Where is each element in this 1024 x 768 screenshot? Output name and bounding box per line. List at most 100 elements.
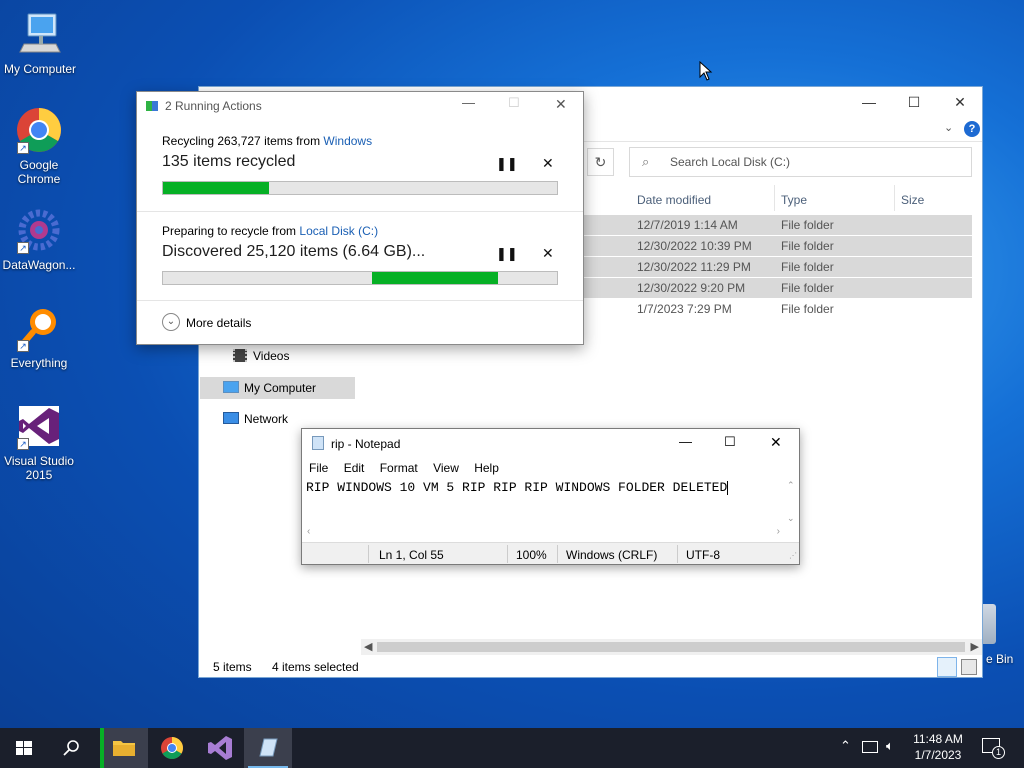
copy-operation-icon: [146, 101, 158, 111]
resize-grip-icon[interactable]: ⋰: [789, 551, 797, 560]
scroll-up-icon[interactable]: ⌃: [787, 480, 795, 491]
desktop-icon-my-computer[interactable]: My Computer: [0, 10, 80, 76]
scroll-right-icon[interactable]: ▶: [971, 640, 979, 653]
search-button[interactable]: [48, 728, 96, 768]
visual-studio-icon: ↗: [15, 402, 63, 450]
column-size[interactable]: Size: [901, 189, 924, 211]
visual-studio-icon: [208, 736, 232, 760]
cancel-button[interactable]: ✕: [542, 245, 554, 262]
details-view-icon[interactable]: [937, 657, 957, 677]
close-button[interactable]: ✕: [555, 96, 567, 113]
nav-item-network[interactable]: Network: [221, 409, 341, 429]
operation-source-line: Preparing to recycle from Local Disk (C:…: [162, 224, 379, 238]
menu-item-edit[interactable]: Edit: [344, 461, 365, 475]
menu-item-help[interactable]: Help: [474, 461, 499, 475]
dialog-title: 2 Running Actions: [165, 99, 262, 113]
notepad-icon: [259, 738, 278, 757]
scrollbar-thumb[interactable]: [377, 642, 965, 652]
source-link[interactable]: Windows: [323, 134, 372, 148]
network-icon[interactable]: [862, 741, 878, 753]
taskbar-chrome[interactable]: [148, 728, 196, 768]
menu-item-view[interactable]: View: [433, 461, 459, 475]
horizontal-scrollbar[interactable]: ◀ ▶: [361, 639, 982, 655]
minimize-button[interactable]: —: [462, 95, 475, 110]
volume-icon[interactable]: 🔈︎: [886, 738, 894, 754]
help-icon[interactable]: ?: [964, 121, 980, 137]
show-hidden-icons-chevron-icon[interactable]: ⌃: [840, 738, 851, 754]
desktop-icon-datawagon[interactable]: ↗ DataWagon...: [0, 206, 79, 272]
text-editor[interactable]: RIP WINDOWS 10 VM 5 RIP RIP RIP WINDOWS …: [302, 478, 785, 526]
vertical-scrollbar[interactable]: ⌃ ⌄: [785, 478, 799, 526]
scroll-right-icon[interactable]: ›: [777, 526, 780, 537]
window-title: rip - Notepad: [331, 437, 401, 451]
row-type: File folder: [781, 302, 834, 316]
row-type: File folder: [781, 218, 834, 232]
action-center-button[interactable]: 1: [982, 738, 1005, 759]
progress-bar: [162, 181, 558, 195]
row-date: 12/30/2022 9:20 PM: [637, 281, 746, 295]
nav-item-videos[interactable]: Videos: [231, 347, 351, 365]
menu-item-format[interactable]: Format: [380, 461, 418, 475]
scroll-left-icon[interactable]: ‹: [307, 526, 310, 537]
scroll-down-icon[interactable]: ⌄: [787, 513, 795, 524]
taskbar-visual-studio[interactable]: [196, 728, 244, 768]
desktop-icon-label: Everything: [10, 356, 68, 370]
table-row[interactable]: 12/30/2022 11:29 PM File folder: [579, 257, 972, 277]
scroll-left-icon[interactable]: ◀: [364, 640, 372, 653]
desktop-icon-google-chrome[interactable]: ↗ Google Chrome: [0, 106, 79, 186]
clock[interactable]: 11:48 AM 1/7/2023: [902, 731, 974, 763]
refresh-button[interactable]: ↻: [587, 148, 614, 176]
operation-status: Discovered 25,120 items (6.64 GB)...: [162, 243, 426, 260]
row-date: 12/30/2022 11:29 PM: [637, 260, 751, 274]
taskbar-file-explorer[interactable]: [100, 728, 148, 768]
maximize-button[interactable]: ☐: [891, 87, 937, 117]
operation-status: 135 items recycled: [162, 153, 296, 170]
more-details-label: More details: [186, 316, 252, 330]
pause-button[interactable]: ❚❚: [496, 156, 518, 172]
row-date: 1/7/2023 7:29 PM: [637, 302, 732, 316]
column-date-modified[interactable]: Date modified: [637, 189, 711, 211]
table-row[interactable]: 12/30/2022 9:20 PM File folder: [579, 278, 972, 298]
column-divider: [774, 185, 775, 211]
desktop-icon-label: Google Chrome: [17, 158, 61, 186]
desktop-icon-label: e Bin: [986, 652, 1014, 666]
shortcut-arrow-icon: ↗: [17, 340, 29, 352]
status-line-ending: Windows (CRLF): [566, 548, 658, 562]
chrome-icon: ↗: [15, 106, 63, 154]
close-button[interactable]: ✕: [937, 87, 983, 117]
maximize-button[interactable]: ☐: [724, 434, 736, 450]
pause-button[interactable]: ❚❚: [496, 246, 518, 262]
table-row[interactable]: 1/7/2023 7:29 PM File folder: [579, 299, 972, 319]
notification-count-badge: 1: [992, 746, 1005, 759]
menu-item-file[interactable]: File: [309, 461, 328, 475]
horizontal-scrollbar[interactable]: ‹ ›: [302, 526, 785, 540]
maximize-button: ☐: [508, 95, 520, 110]
ribbon-expand-icon[interactable]: ⌄: [944, 121, 953, 134]
minimize-button[interactable]: —: [679, 434, 692, 449]
source-link[interactable]: Local Disk (C:): [299, 224, 378, 238]
videos-icon: [233, 349, 247, 362]
notepad-icon: [312, 436, 324, 450]
more-details-toggle[interactable]: ⌄ More details: [162, 313, 282, 333]
start-button[interactable]: [0, 728, 48, 768]
close-button[interactable]: ✕: [770, 434, 782, 451]
desktop-icon-everything[interactable]: ↗ Everything: [0, 304, 79, 370]
large-icons-view-icon[interactable]: [961, 659, 977, 675]
column-type[interactable]: Type: [781, 189, 807, 211]
active-indicator: [100, 728, 104, 768]
minimize-button[interactable]: —: [846, 87, 892, 117]
desktop-icon-visual-studio[interactable]: ↗ Visual Studio 2015: [0, 402, 79, 482]
progress-bar: [162, 271, 558, 285]
table-row[interactable]: 12/30/2022 10:39 PM File folder: [579, 236, 972, 256]
text-cursor: [727, 480, 729, 495]
column-divider: [894, 185, 895, 211]
desktop-icon-recycle-bin[interactable]: e Bin: [978, 604, 1024, 670]
cancel-button[interactable]: ✕: [542, 155, 554, 172]
search-box[interactable]: ⌕ Search Local Disk (C:): [629, 147, 972, 177]
table-row[interactable]: 12/7/2019 1:14 AM File folder: [579, 215, 972, 235]
search-input[interactable]: Search Local Disk (C:): [670, 155, 790, 169]
desktop-icon-label: Visual Studio 2015: [4, 454, 74, 482]
nav-item-my-computer[interactable]: My Computer: [200, 377, 355, 399]
mouse-cursor-icon: [699, 60, 713, 84]
taskbar-notepad[interactable]: [244, 728, 292, 768]
